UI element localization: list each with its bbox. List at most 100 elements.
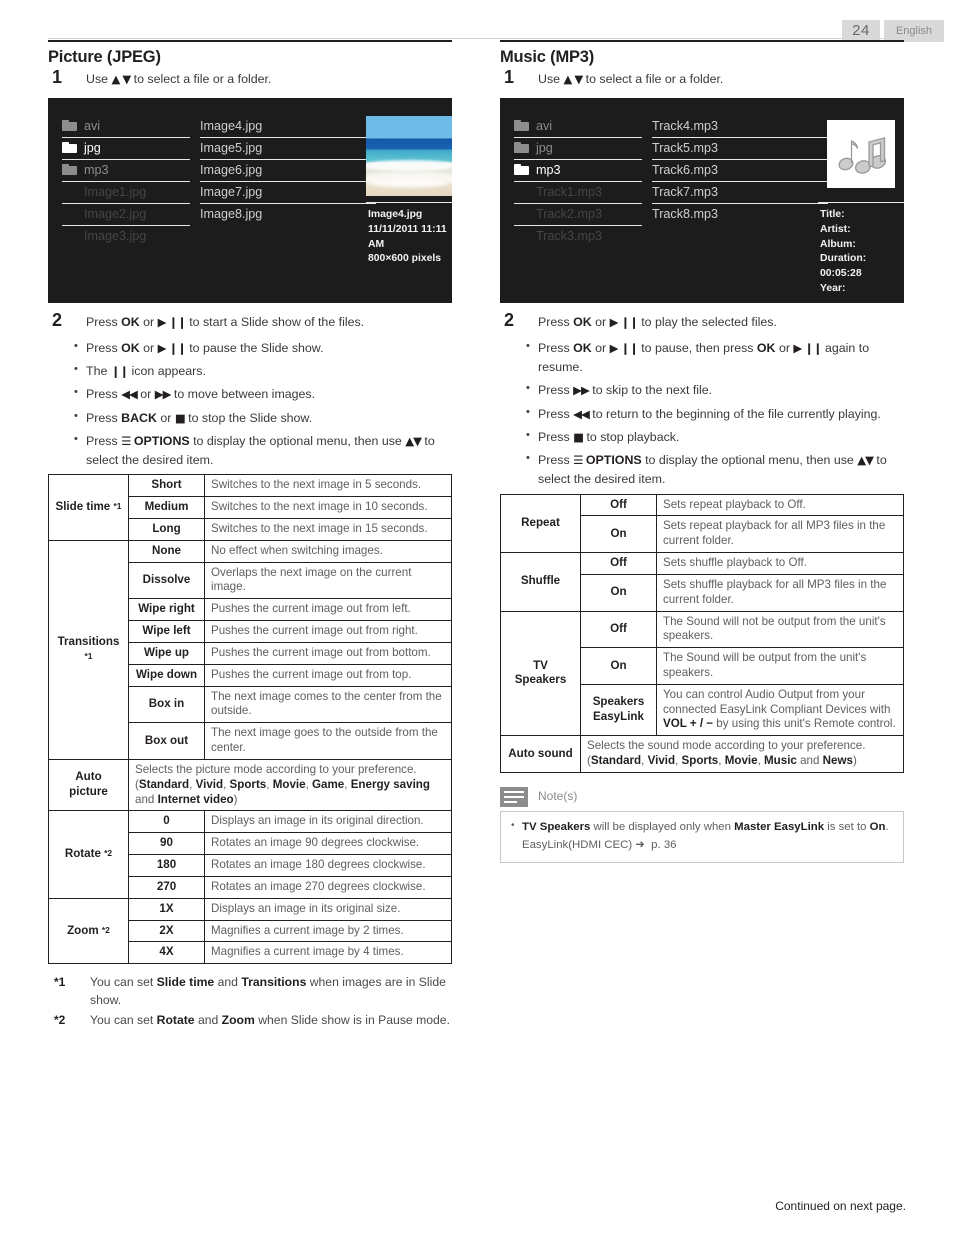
table-row: Repeat Off Sets repeat playback to Off. [500, 493, 904, 554]
option-value[interactable]: None [128, 539, 205, 563]
right-screen-column-b[interactable]: Track4.mp3 Track5.mp3 Track6.mp3 Track7.mp3… [652, 116, 828, 226]
option-description: The next image goes to the outside from … [204, 722, 452, 760]
option-description: Rotates an image 270 degrees clockwise. [204, 875, 452, 899]
list-item-label: Image6.jpg [200, 163, 263, 177]
option-value[interactable]: Dissolve [128, 561, 205, 600]
music-options-table: Repeat Off Sets repeat playback to Off. On S… [500, 493, 904, 773]
list-item-label: Image8.jpg [200, 207, 263, 221]
option-description: Pushes the current image out from top. [204, 663, 452, 687]
list-item[interactable]: Image4.jpg [200, 116, 376, 138]
left-screen-column-a[interactable]: avi jpg mp3 Image1.jpg Image2.jpg Image3.jpg [62, 116, 190, 248]
option-value[interactable]: 90 [128, 832, 205, 856]
list-item[interactable]: Image8.jpg [200, 204, 358, 226]
option-value[interactable]: On [580, 515, 657, 554]
metadata-line: 800×600 pixels [368, 253, 442, 265]
list-item[interactable]: Track8.mp3 [652, 204, 810, 226]
list-item-label: jpg [536, 141, 553, 155]
instruction-bullet: Press ■ to stop playback. [526, 427, 904, 447]
option-description: Displays an image in its original direct… [204, 810, 452, 834]
option-name: Repeat [500, 493, 581, 554]
table-row: TV Speakers Off The Sound will not be outp… [500, 610, 904, 737]
option-value[interactable]: Box out [128, 722, 205, 760]
option-value[interactable]: Short [128, 474, 205, 498]
table-row: Auto sound Selects the sound mode accordi… [500, 735, 904, 773]
list-item[interactable]: mp3 [62, 160, 190, 182]
list-item[interactable]: Track1.mp3 [514, 182, 642, 204]
metadata-line: 11/11/2011 11:11 AM [368, 223, 447, 250]
option-value[interactable]: Box in [128, 685, 205, 724]
option-value[interactable]: 1X [128, 897, 205, 921]
list-item[interactable]: Track7.mp3 [652, 182, 828, 204]
list-item[interactable]: avi [514, 116, 642, 138]
note-header: Note(s) [500, 786, 904, 809]
option-value[interactable]: 2X [128, 919, 205, 943]
option-description: Switches to the next image in 15 seconds… [204, 517, 452, 541]
table-row: Zoom *2 1X Displays an image in its origin… [48, 897, 452, 965]
list-item-label: Image5.jpg [200, 141, 263, 155]
list-item[interactable]: Track3.mp3 [514, 226, 642, 248]
option-value[interactable]: On [580, 573, 657, 612]
updown-arrows-icon: ▲ ▼ [563, 72, 583, 86]
instruction-bullet: Press BACK or ■ to stop the Slide show. [74, 408, 452, 428]
option-description: The Sound will not be output from the un… [656, 610, 904, 649]
play-pause-icon: ▶ ❙❙ [609, 315, 639, 329]
left-screen-column-b[interactable]: Image4.jpg Image5.jpg Image6.jpg Image7.jpg… [200, 116, 376, 226]
metadata-line: Image4.jpg [368, 209, 423, 220]
option-value[interactable]: Medium [128, 496, 205, 519]
instruction-bullet: Press ▶▶ to skip to the next file. [526, 380, 904, 400]
list-item[interactable]: avi [62, 116, 190, 138]
option-value[interactable]: 0 [128, 810, 205, 834]
list-item-label: Track8.mp3 [652, 207, 719, 221]
option-value[interactable]: Speakers EasyLink [580, 683, 657, 737]
list-item[interactable]: mp3 [514, 160, 642, 182]
option-value[interactable]: Wipe down [128, 663, 205, 687]
list-item[interactable]: Track4.mp3 [652, 116, 828, 138]
list-item-label: Track5.mp3 [652, 141, 719, 155]
option-value[interactable]: Off [580, 493, 657, 517]
list-item[interactable]: Track2.mp3 [514, 204, 642, 226]
list-item[interactable]: Image2.jpg [62, 204, 190, 226]
option-value[interactable]: 4X [128, 941, 205, 965]
option-value[interactable]: Off [580, 610, 657, 649]
list-item[interactable]: Image5.jpg [200, 138, 376, 160]
option-name: Auto sound [500, 735, 581, 773]
option-value[interactable]: Wipe up [128, 641, 205, 665]
folder-icon [514, 164, 529, 175]
right-screen-metadata: Title: Artist: Album: Duration: 00:05:28 Yea… [820, 208, 904, 297]
table-row: Slide time *1 Short Switches to the next i… [48, 474, 452, 541]
option-value[interactable]: 180 [128, 854, 205, 877]
footnote: *1 You can set Slide time and Transitions… [54, 975, 446, 1008]
instruction-bullet: Press ☰ OPTIONS to display the optional … [526, 450, 904, 489]
list-item[interactable]: Image1.jpg [62, 182, 190, 204]
instruction-bullet: Press ◀◀ to return to the beginning of t… [526, 404, 904, 424]
option-description: Pushes the current image out from right. [204, 620, 452, 643]
list-item[interactable]: jpg [62, 138, 190, 160]
right-screen-column-a[interactable]: avi jpg mp3 Track1.mp3 Track2.mp3 Track3.mp3 [514, 116, 642, 248]
option-value[interactable]: Long [128, 517, 205, 541]
list-item-label: mp3 [84, 163, 109, 177]
option-value[interactable]: On [580, 647, 657, 685]
list-item[interactable]: jpg [514, 138, 642, 160]
option-description: Selects the sound mode according to your… [580, 735, 904, 773]
list-item-label: Track2.mp3 [536, 207, 603, 221]
right-step-1-number: 1 [504, 67, 515, 87]
left-step-2: 2 Press OK or ▶ ❙❙ to start a Slide show… [48, 310, 452, 333]
header-rule [48, 38, 906, 39]
right-screen-preview-pane: Title: Artist: Album: Duration: 00:05:28 Yea… [818, 98, 904, 303]
list-item[interactable]: Image7.jpg [200, 182, 376, 204]
list-item[interactable]: Image6.jpg [200, 160, 376, 182]
beach-photo-icon [366, 116, 452, 196]
option-value[interactable]: 270 [128, 875, 205, 899]
option-name: Slide time *1 [48, 474, 129, 541]
option-name: Zoom *2 [48, 897, 129, 965]
option-description: Sets shuffle playback for all MP3 files … [656, 573, 904, 612]
list-item[interactable]: Track5.mp3 [652, 138, 828, 160]
list-item-label: avi [536, 119, 553, 133]
list-item[interactable]: Track6.mp3 [652, 160, 828, 182]
option-value[interactable]: Wipe right [128, 598, 205, 622]
option-value[interactable]: Wipe left [128, 620, 205, 643]
table-row: Rotate *2 0 Displays an image in its origi… [48, 810, 452, 899]
option-value[interactable]: Off [580, 552, 657, 575]
list-item[interactable]: Image3.jpg [62, 226, 190, 248]
language-badge: English [884, 20, 944, 42]
